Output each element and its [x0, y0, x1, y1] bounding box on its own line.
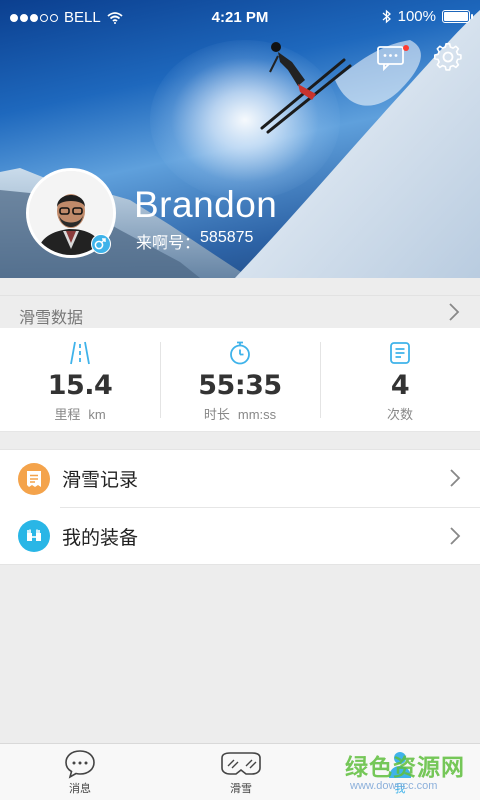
stat-distance: 15.4 里程 km — [0, 328, 160, 431]
status-right: 100% — [382, 8, 473, 25]
menu-item-my-gear[interactable]: 我的装备 — [18, 507, 480, 564]
ski-stats: 15.4 里程 km 55:35 时长 mm:ss 4 次数 — [0, 328, 480, 432]
tab-label: 消息 — [69, 783, 91, 795]
chevron-right-icon — [449, 303, 460, 321]
unread-dot — [403, 45, 409, 51]
chat-bubble-icon — [65, 750, 95, 779]
glove-icon — [18, 520, 50, 552]
count-label: 次数 — [386, 407, 413, 422]
stat-duration: 55:35 时长 mm:ss — [160, 328, 320, 431]
bluetooth-icon — [382, 9, 391, 24]
stat-count: 4 次数 — [320, 328, 480, 431]
tab-messages[interactable]: 消息 — [35, 748, 125, 796]
ski-data-header[interactable]: 滑雪数据 — [0, 295, 480, 328]
ski-goggles-icon — [221, 752, 261, 775]
status-bar: BELL 4:21 PM 100% — [0, 0, 480, 36]
distance-unit: km — [88, 407, 106, 422]
duration-unit: mm:ss — [237, 407, 277, 422]
male-gender-icon — [91, 234, 111, 254]
profile-header: BELL 4:21 PM 100% Brandon 来啊号： 585875 — [0, 0, 480, 278]
chevron-right-icon — [450, 527, 461, 545]
road-icon — [70, 341, 90, 365]
receipt-icon — [18, 462, 50, 495]
stopwatch-icon — [230, 341, 250, 365]
user-id-value: 585875 — [200, 229, 254, 246]
menu-item-label: 我的装备 — [62, 527, 139, 549]
duration-label: 时长 — [203, 407, 230, 422]
watermark-url: www.downcc.com — [350, 780, 438, 792]
watermark: 绿色资源网 — [345, 754, 465, 780]
ski-data-title: 滑雪数据 — [19, 310, 84, 327]
menu-list: 滑雪记录 我的装备 — [0, 449, 480, 565]
battery-percent: 100% — [397, 8, 436, 25]
distance-label: 里程 — [54, 407, 81, 422]
tab-ski[interactable]: 滑雪 — [196, 748, 286, 796]
duration-value: 55:35 — [198, 370, 282, 401]
tab-label: 滑雪 — [230, 783, 252, 795]
messages-button[interactable] — [376, 42, 409, 72]
menu-item-ski-records[interactable]: 滑雪记录 — [0, 450, 480, 507]
username: Brandon — [134, 184, 278, 225]
user-id-label: 来啊号： — [136, 235, 201, 252]
user-id: 来啊号： 585875 — [136, 229, 253, 253]
settings-button[interactable] — [433, 42, 463, 72]
chat-bubble-icon — [377, 46, 404, 72]
battery-icon — [442, 10, 473, 23]
gear-icon — [433, 42, 462, 71]
distance-value: 15.4 — [47, 370, 113, 401]
chevron-right-icon — [450, 469, 461, 487]
count-icon — [390, 342, 410, 364]
menu-item-label: 滑雪记录 — [62, 470, 139, 491]
count-value: 4 — [390, 370, 410, 401]
